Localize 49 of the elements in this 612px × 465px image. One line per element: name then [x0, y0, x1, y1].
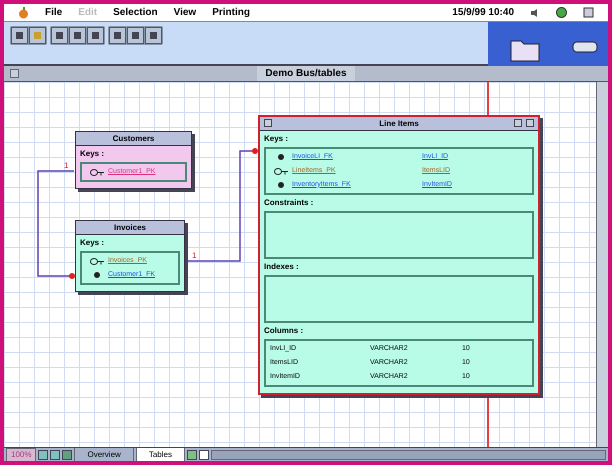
scroll-bar[interactable] [596, 82, 608, 447]
window-title: Demo Bus/tables [257, 66, 355, 81]
section-label: Constraints : [264, 197, 314, 209]
clock: 15/9/99 10:40 [452, 6, 514, 20]
view-button[interactable] [50, 450, 60, 460]
section-label: Columns : [264, 325, 304, 337]
square-icon [91, 31, 100, 40]
close-box[interactable] [264, 119, 272, 127]
menu-item[interactable]: File [45, 5, 62, 20]
tab[interactable]: Overview [74, 448, 134, 461]
cardinality-label: 1 [192, 250, 196, 262]
square-icon [15, 31, 24, 40]
section-label: Indexes : [264, 261, 300, 273]
toolbar-button[interactable] [145, 27, 162, 44]
cardinality-label: 1 [64, 160, 68, 172]
table-title: Line Items [379, 118, 419, 130]
square-icon [33, 31, 42, 40]
section-label: Keys : [264, 133, 290, 145]
square-icon [131, 31, 140, 40]
scroll-left-button[interactable] [186, 450, 197, 460]
toolbar-button[interactable] [51, 27, 68, 44]
square-icon [149, 31, 158, 40]
view-button[interactable] [38, 450, 48, 460]
toolbar-button[interactable] [87, 27, 104, 44]
view-button[interactable] [62, 450, 72, 460]
square-icon [55, 31, 64, 40]
toolbar-button[interactable] [69, 27, 86, 44]
scroll-right-button[interactable] [198, 450, 209, 460]
square-icon [113, 31, 122, 40]
toolbar-button[interactable] [127, 27, 144, 44]
toolbar-button[interactable] [109, 27, 126, 44]
section-label: Keys : [80, 148, 106, 160]
table-title: Customers [112, 132, 154, 144]
close-box[interactable] [10, 69, 19, 78]
collapse-box[interactable] [526, 119, 534, 127]
tab[interactable]: Tables [136, 448, 185, 461]
section-label: Keys : [80, 237, 106, 249]
toolbar-button[interactable] [11, 27, 28, 44]
menu-item[interactable]: Selection [113, 5, 158, 20]
table-title: Invoices [114, 222, 146, 234]
horizontal-scroll-bar[interactable] [210, 450, 606, 460]
menu-item[interactable]: Printing [212, 5, 250, 20]
menu-item[interactable]: View [174, 5, 196, 20]
toolbar-button[interactable] [29, 27, 46, 44]
zoom-box[interactable] [514, 119, 522, 127]
speaker-icon[interactable] [530, 8, 540, 18]
square-icon [73, 31, 82, 40]
app-menu-icon[interactable] [583, 7, 594, 18]
apple-icon[interactable] [18, 6, 29, 18]
